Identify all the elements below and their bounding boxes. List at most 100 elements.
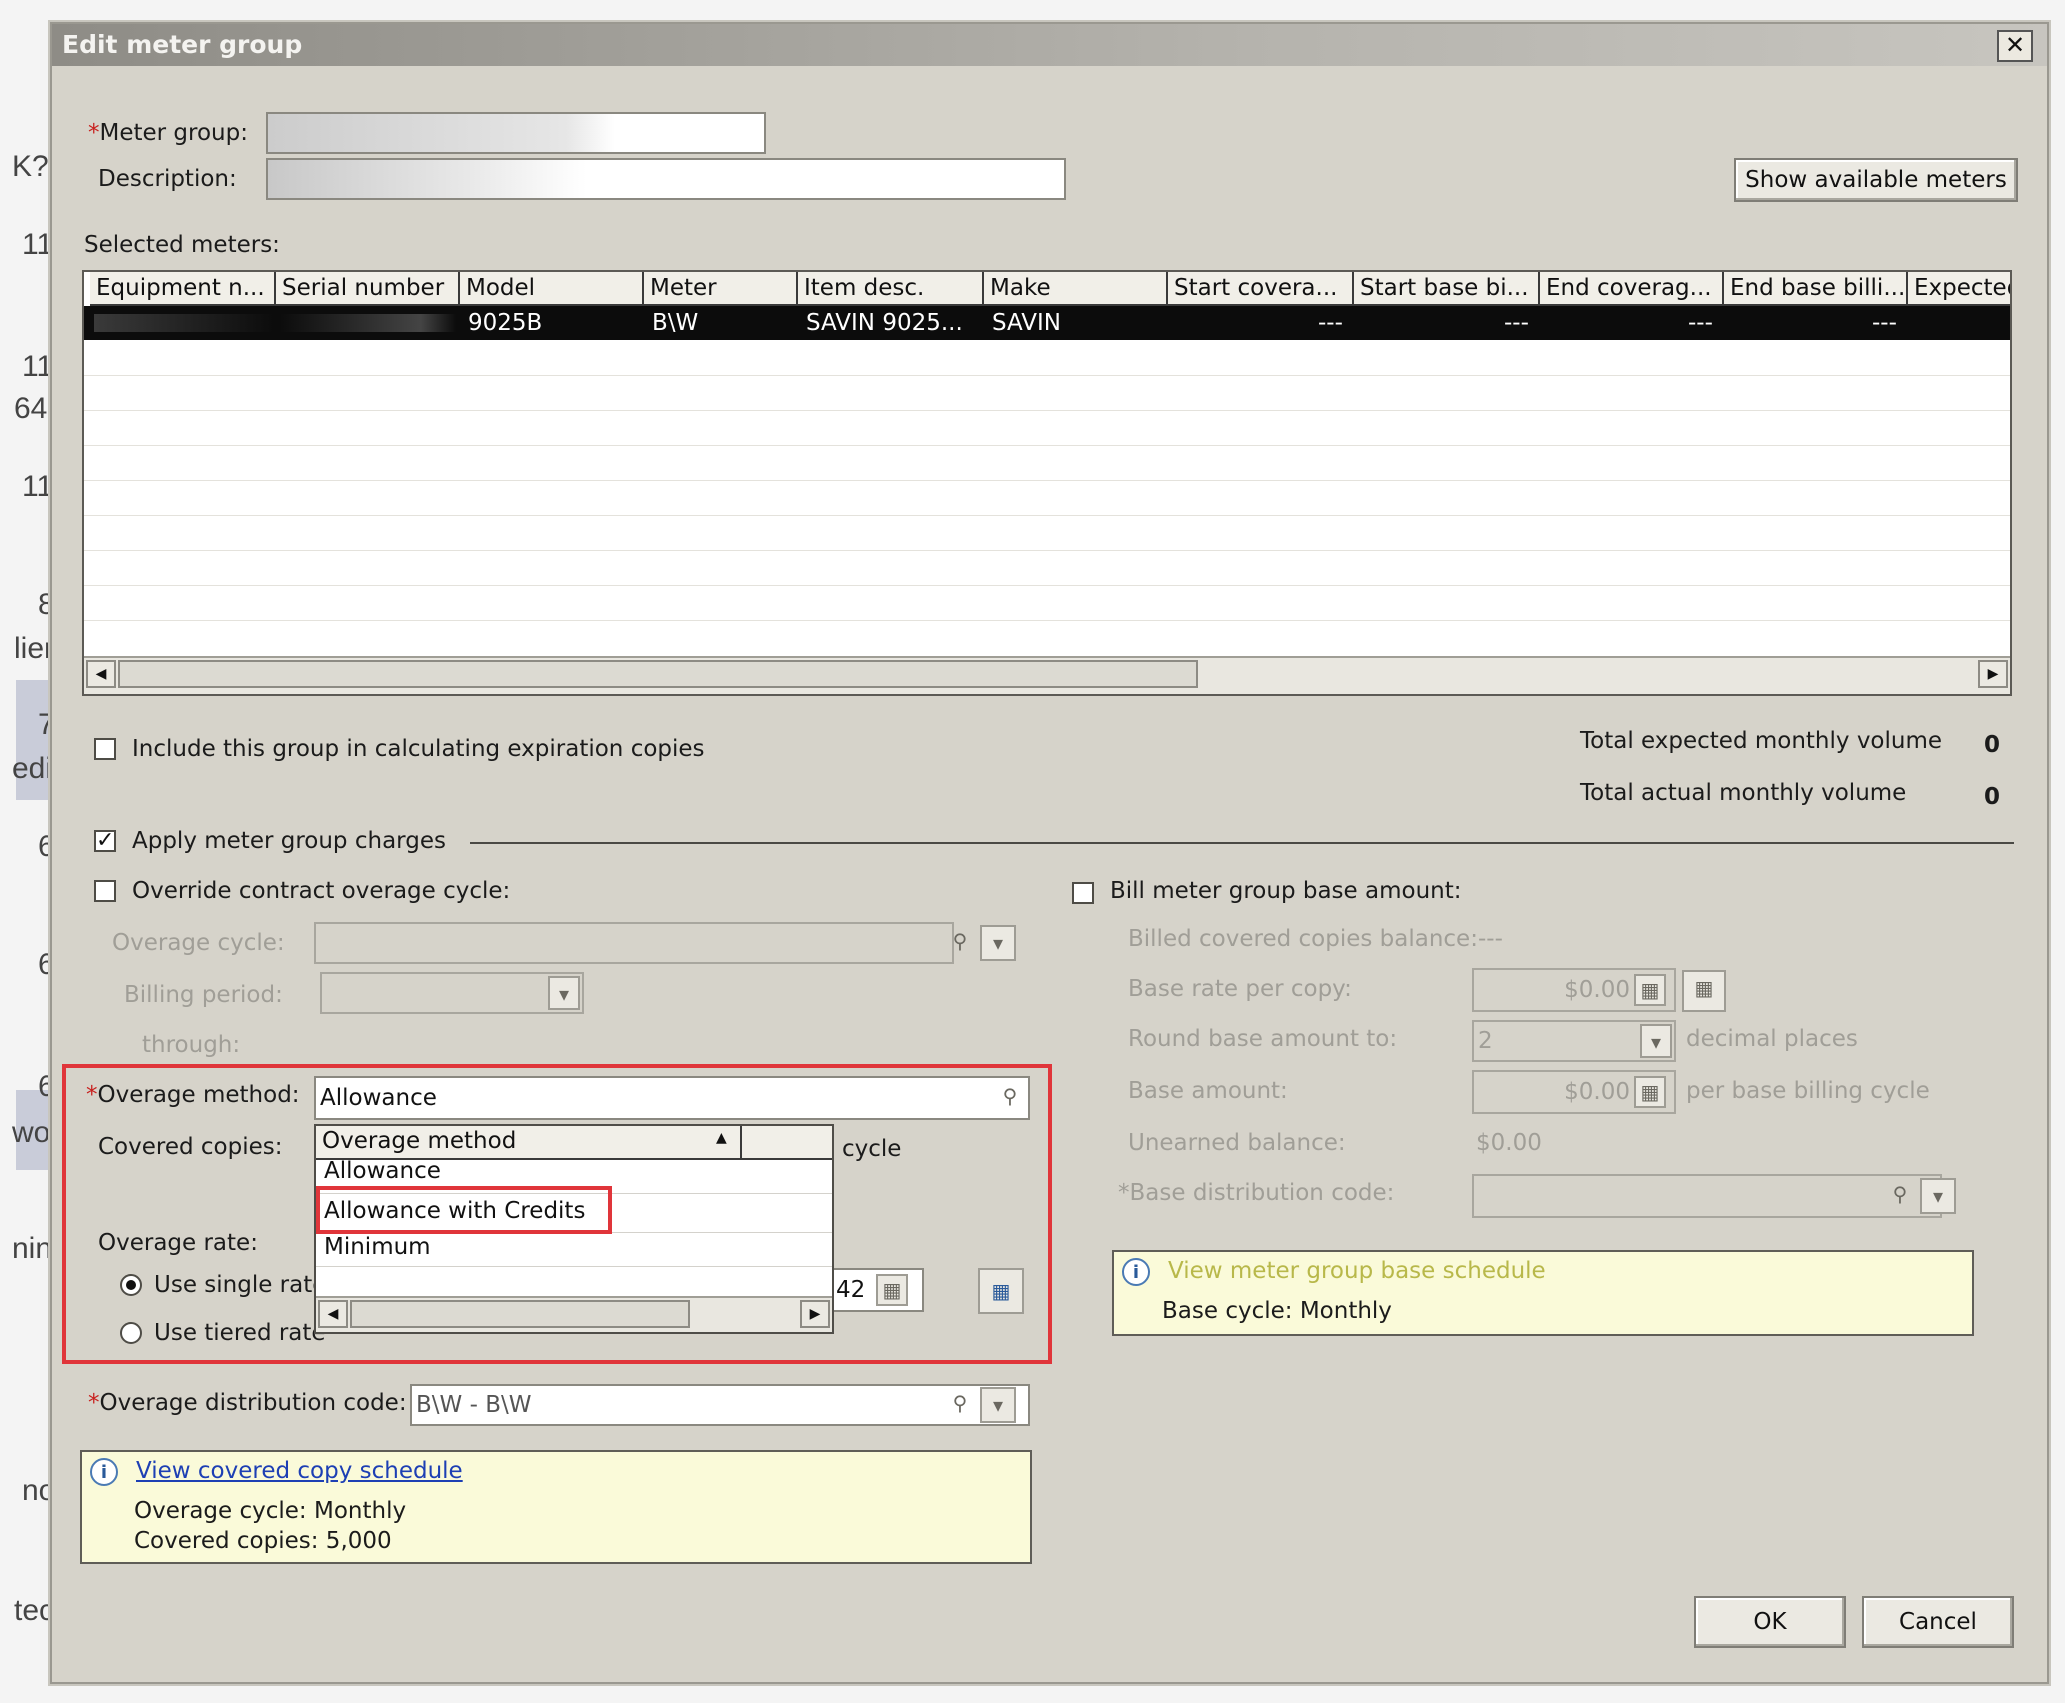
dropdown-header[interactable]: Overage method ▲ bbox=[316, 1126, 832, 1160]
chevron-down-icon[interactable]: ▾ bbox=[548, 976, 580, 1010]
column-header[interactable]: Start covera... bbox=[1168, 272, 1354, 306]
overage-method-label: *Overage method: bbox=[86, 1082, 300, 1108]
include-group-checkbox[interactable] bbox=[94, 738, 116, 760]
table-row[interactable]: 9025B B\W SAVIN 9025... SAVIN --- --- --… bbox=[84, 306, 2010, 340]
override-cycle-label: Override contract overage cycle: bbox=[132, 878, 511, 904]
apply-charges-label: Apply meter group charges bbox=[132, 828, 446, 854]
billing-period-select[interactable] bbox=[320, 972, 584, 1014]
overage-distribution-label: *Overage distribution code: bbox=[88, 1390, 407, 1416]
scroll-right-icon[interactable]: ▶ bbox=[800, 1300, 830, 1328]
dropdown-menu-icon[interactable]: ▾ bbox=[980, 925, 1016, 961]
bg-fragment: 11 bbox=[22, 470, 54, 503]
column-header[interactable]: Make bbox=[984, 272, 1168, 306]
schedule-icon[interactable]: ▦ bbox=[1682, 970, 1726, 1012]
rate-value: 42 bbox=[836, 1277, 866, 1303]
row-serial-blur bbox=[280, 314, 456, 332]
view-covered-copy-schedule-link[interactable]: View covered copy schedule bbox=[136, 1458, 463, 1484]
bg-fragment: K? bbox=[12, 150, 49, 183]
grid-horizontal-scrollbar[interactable]: ◀ ▶ bbox=[84, 656, 2010, 694]
row-line bbox=[84, 620, 2010, 621]
apply-charges-checkbox[interactable]: ✓ bbox=[94, 830, 116, 852]
show-available-meters-button[interactable]: Show available meters bbox=[1734, 158, 2018, 202]
option-divider bbox=[316, 1266, 832, 1267]
description-field[interactable] bbox=[266, 158, 1066, 200]
column-header[interactable]: End coverag... bbox=[1540, 272, 1724, 306]
single-rate-label: Use single rate bbox=[154, 1272, 327, 1298]
title-bar[interactable]: Edit meter group ✕ bbox=[52, 24, 2047, 66]
single-rate-radio[interactable] bbox=[120, 1274, 142, 1296]
include-group-label: Include this group in calculating expira… bbox=[132, 736, 705, 762]
base-info-line1: Base cycle: Monthly bbox=[1162, 1298, 1392, 1324]
dropdown-menu-icon[interactable]: ▾ bbox=[980, 1387, 1016, 1423]
column-header[interactable]: Expected bbox=[1908, 272, 2010, 306]
scroll-thumb[interactable] bbox=[350, 1300, 690, 1328]
calculator-icon[interactable]: ▦ bbox=[1634, 974, 1666, 1006]
cycle-label: cycle bbox=[842, 1136, 902, 1162]
override-cycle-checkbox[interactable] bbox=[94, 880, 116, 902]
covered-info-line1: Overage cycle: Monthly bbox=[134, 1498, 407, 1524]
ok-button[interactable]: OK bbox=[1694, 1596, 1846, 1648]
section-divider bbox=[470, 842, 2014, 844]
through-label: through: bbox=[142, 1032, 241, 1058]
close-button[interactable]: ✕ bbox=[1997, 30, 2033, 62]
calculator-icon[interactable]: ▦ bbox=[876, 1274, 908, 1306]
row-line bbox=[84, 550, 2010, 551]
dropdown-scrollbar[interactable]: ◀ ▶ bbox=[316, 1296, 832, 1332]
overage-method-field[interactable]: Allowance bbox=[314, 1076, 1030, 1120]
base-schedule-info-panel: i View meter group base schedule Base cy… bbox=[1112, 1250, 1974, 1336]
overage-distribution-field[interactable]: B\W - B\W bbox=[410, 1384, 1030, 1426]
dropdown-menu-icon[interactable]: ▾ bbox=[1920, 1178, 1956, 1214]
cell-start-coverage: --- bbox=[1318, 310, 1343, 336]
cell-end-coverage: --- bbox=[1688, 310, 1713, 336]
meter-group-field[interactable] bbox=[266, 112, 766, 154]
dialog-title: Edit meter group bbox=[62, 30, 303, 59]
base-rate-label: Base rate per copy: bbox=[1128, 976, 1352, 1002]
calculator-icon[interactable]: ▦ bbox=[1634, 1076, 1666, 1108]
dropdown-option-allowance[interactable]: Allowance bbox=[324, 1158, 441, 1182]
lookup-icon[interactable]: ⚲ bbox=[942, 925, 978, 961]
per-cycle-label: per base billing cycle bbox=[1686, 1078, 1930, 1104]
overage-cycle-field[interactable] bbox=[314, 922, 954, 964]
lookup-icon[interactable]: ⚲ bbox=[1882, 1178, 1918, 1214]
column-header[interactable]: Equipment n... bbox=[90, 272, 276, 306]
cancel-button[interactable]: Cancel bbox=[1862, 1596, 2014, 1648]
billed-balance-value: --- bbox=[1478, 926, 1503, 952]
scroll-right-icon[interactable]: ▶ bbox=[1978, 660, 2008, 688]
column-header[interactable]: Item desc. bbox=[798, 272, 984, 306]
scroll-left-icon[interactable]: ◀ bbox=[318, 1300, 348, 1328]
bg-fragment: nin bbox=[12, 1232, 53, 1265]
search-icon[interactable]: ⚲ bbox=[992, 1080, 1028, 1116]
edit-meter-group-dialog: Edit meter group ✕ *Meter group: Descrip… bbox=[50, 22, 2049, 1684]
close-icon: ✕ bbox=[2004, 31, 2026, 59]
column-header[interactable]: Serial number bbox=[276, 272, 460, 306]
tiered-rate-label: Use tiered rate bbox=[154, 1320, 326, 1346]
header-divider bbox=[740, 1126, 742, 1158]
meter-group-label: *Meter group: bbox=[88, 120, 248, 146]
lookup-icon[interactable]: ⚲ bbox=[942, 1387, 978, 1423]
row-equipment-blur bbox=[94, 314, 274, 332]
bill-base-checkbox[interactable] bbox=[1072, 882, 1094, 904]
covered-info-line2: Covered copies: 5,000 bbox=[134, 1528, 392, 1554]
scroll-left-icon[interactable]: ◀ bbox=[86, 660, 116, 688]
total-actual-label: Total actual monthly volume bbox=[1580, 780, 1907, 806]
dropdown-option-minimum[interactable]: Minimum bbox=[324, 1234, 431, 1260]
row-line bbox=[84, 445, 2010, 446]
cell-model: 9025B bbox=[468, 310, 543, 336]
chevron-down-icon[interactable]: ▾ bbox=[1640, 1024, 1672, 1058]
scroll-thumb[interactable] bbox=[118, 660, 1198, 688]
selected-meters-grid[interactable]: Equipment n... Serial number Model Meter… bbox=[82, 270, 2012, 696]
cell-end-base: --- bbox=[1872, 310, 1897, 336]
sort-ascending-icon: ▲ bbox=[716, 1130, 727, 1146]
tiered-rate-radio[interactable] bbox=[120, 1322, 142, 1344]
dropdown-header-label: Overage method bbox=[322, 1128, 517, 1154]
bg-fragment: 64 bbox=[14, 392, 48, 425]
column-header[interactable]: Start base bi... bbox=[1354, 272, 1540, 306]
column-header[interactable]: Meter bbox=[644, 272, 798, 306]
schedule-icon[interactable]: ▦ bbox=[978, 1268, 1024, 1314]
base-amount-value: $0.00 bbox=[1564, 1079, 1630, 1105]
column-header[interactable]: Model bbox=[460, 272, 644, 306]
base-distribution-field[interactable] bbox=[1472, 1174, 1942, 1218]
total-expected-label: Total expected monthly volume bbox=[1580, 728, 1943, 754]
view-base-schedule-link[interactable]: View meter group base schedule bbox=[1168, 1258, 1546, 1284]
column-header[interactable]: End base billi... bbox=[1724, 272, 1908, 306]
